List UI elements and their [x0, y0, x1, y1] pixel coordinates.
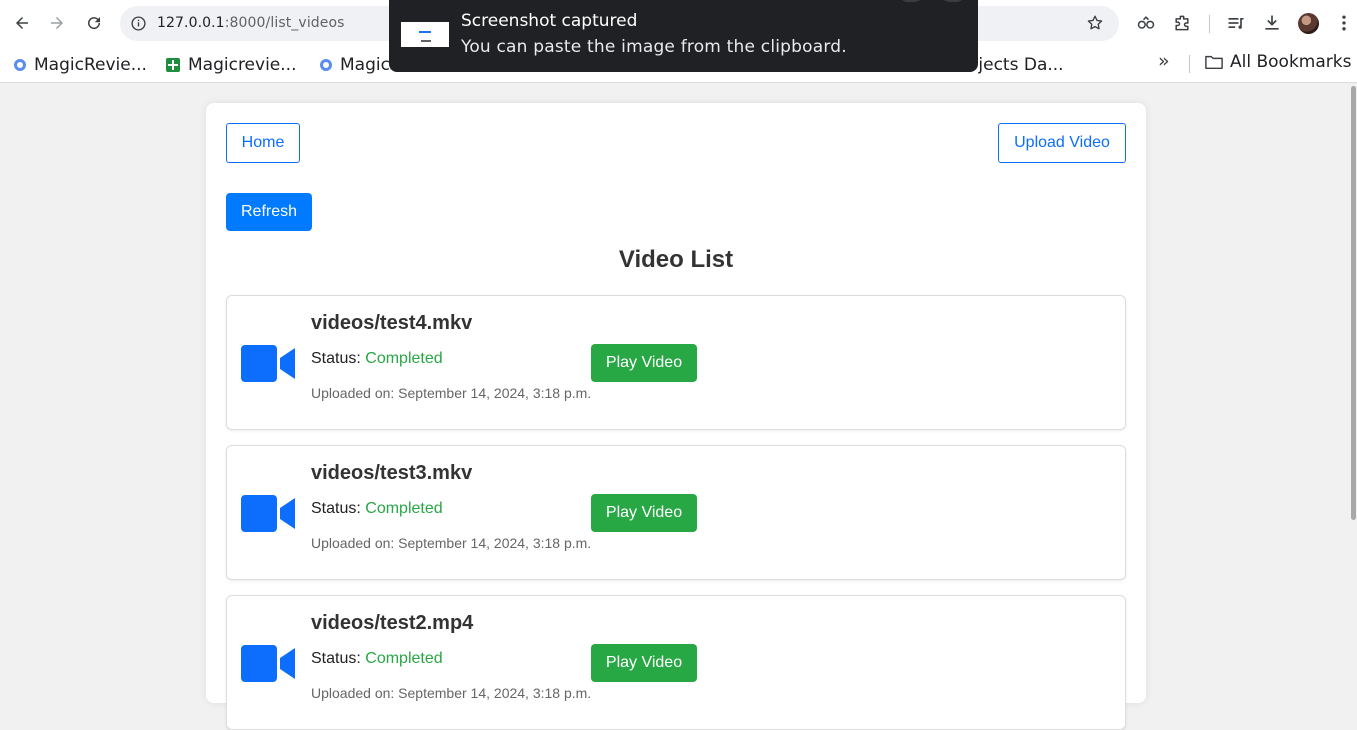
- bookmark-item-4[interactable]: ojects Da...: [968, 52, 1064, 78]
- toast-title: Screenshot captured: [461, 11, 638, 31]
- toast-control-icon[interactable]: [940, 0, 966, 2]
- video-camera-icon: [241, 345, 295, 382]
- scrollbar-thumb[interactable]: [1351, 86, 1356, 520]
- video-list-item: videos/test3.mkv Status: Completed Uploa…: [226, 445, 1126, 580]
- browser-menu-icon[interactable]: [1334, 13, 1354, 33]
- video-list-card: Home Upload Video Refresh Video List vid…: [206, 103, 1146, 730]
- bookmark-star-icon[interactable]: [1086, 14, 1104, 32]
- all-bookmarks-label: All Bookmarks: [1230, 52, 1352, 72]
- g-favicon-icon: [320, 59, 332, 71]
- url-path: :8000/list_videos: [224, 15, 345, 31]
- video-list-item: videos/test4.mkv Status: Completed Uploa…: [226, 295, 1126, 430]
- toast-message: You can paste the image from the clipboa…: [461, 37, 847, 57]
- video-name: videos/test3.mkv: [311, 462, 473, 484]
- upload-date: Uploaded on: September 14, 2024, 3:18 p.…: [311, 385, 592, 401]
- bookmarks-divider: [1189, 55, 1190, 73]
- home-button[interactable]: Home: [226, 123, 300, 163]
- all-bookmarks-button[interactable]: All Bookmarks: [1205, 52, 1351, 72]
- video-list-item: videos/test2.mp4 Status: Completed Uploa…: [226, 595, 1126, 730]
- video-camera-icon: [241, 645, 295, 682]
- back-arrow-icon[interactable]: [10, 11, 34, 35]
- url-host: 127.0.0.1: [157, 15, 225, 31]
- bookmark-item-3[interactable]: Magic: [320, 52, 390, 78]
- status-value: Completed: [365, 650, 443, 667]
- play-video-button[interactable]: Play Video: [591, 644, 697, 682]
- profile-avatar[interactable]: [1298, 13, 1319, 34]
- toast-control-icon[interactable]: [898, 0, 924, 2]
- reading-list-icon[interactable]: [1226, 13, 1246, 33]
- toolbar-divider: [1209, 15, 1210, 33]
- play-video-button[interactable]: Play Video: [591, 494, 697, 532]
- status-value: Completed: [365, 350, 443, 367]
- video-status: Status: Completed: [311, 350, 443, 368]
- status-label: Status:: [311, 500, 361, 517]
- extension-link-icon[interactable]: [1136, 13, 1156, 33]
- video-name: videos/test2.mp4: [311, 612, 474, 634]
- folder-icon: [1205, 55, 1223, 70]
- bookmark-label: Magicrevie...: [188, 55, 297, 75]
- bookmark-label: Magic: [340, 55, 390, 75]
- status-label: Status:: [311, 350, 361, 367]
- download-icon[interactable]: [1262, 13, 1282, 33]
- bookmark-item-2[interactable]: Magicrevie...: [166, 52, 296, 78]
- play-video-button[interactable]: Play Video: [591, 344, 697, 382]
- video-name: videos/test4.mkv: [311, 312, 473, 334]
- upload-video-button[interactable]: Upload Video: [998, 123, 1126, 163]
- g-favicon-icon: [14, 59, 26, 71]
- bookmark-label: MagicRevie...: [34, 55, 147, 75]
- screenshot-thumbnail[interactable]: [401, 22, 449, 47]
- status-value: Completed: [365, 500, 443, 517]
- video-status: Status: Completed: [311, 650, 443, 668]
- more-bookmarks-chevron-icon[interactable]: »: [1158, 50, 1170, 72]
- upload-date: Uploaded on: September 14, 2024, 3:18 p.…: [311, 685, 592, 701]
- status-label: Status:: [311, 650, 361, 667]
- forward-arrow-icon[interactable]: [45, 11, 69, 35]
- upload-date: Uploaded on: September 14, 2024, 3:18 p.…: [311, 535, 592, 551]
- sheets-favicon-icon: [166, 58, 180, 72]
- bookmark-label: ojects Da...: [968, 55, 1064, 75]
- refresh-button[interactable]: Refresh: [226, 193, 312, 231]
- bookmark-item-1[interactable]: MagicRevie...: [14, 52, 147, 78]
- url-text[interactable]: 127.0.0.1:8000/list_videos: [157, 15, 345, 31]
- site-info-icon[interactable]: [130, 15, 147, 32]
- video-camera-icon: [241, 495, 295, 532]
- reload-icon[interactable]: [82, 11, 106, 35]
- screenshot-toast: Screenshot captured You can paste the im…: [389, 0, 978, 72]
- video-status: Status: Completed: [311, 500, 443, 518]
- extensions-puzzle-icon[interactable]: [1172, 13, 1192, 33]
- page-title: Video List: [618, 246, 734, 273]
